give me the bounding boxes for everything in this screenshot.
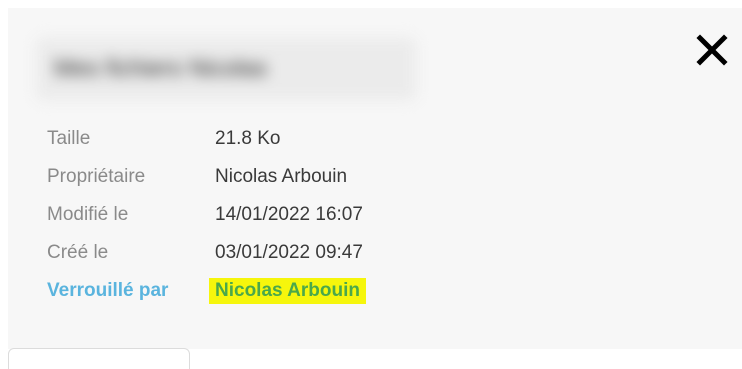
locked-by-value: Nicolas Arbouin bbox=[209, 278, 366, 304]
modified-value: 14/01/2022 16:07 bbox=[215, 204, 363, 225]
size-label: Taille bbox=[47, 128, 91, 149]
size-row: Taille 21.8 Ko bbox=[47, 120, 366, 158]
blurred-title-text: Mes fichiers Nicolas bbox=[54, 55, 268, 82]
close-icon bbox=[696, 34, 728, 66]
file-details-list: Taille 21.8 Ko Propriétaire Nicolas Arbo… bbox=[47, 120, 366, 310]
blurred-file-title: Mes fichiers Nicolas bbox=[36, 38, 416, 100]
modified-label: Modifié le bbox=[47, 204, 129, 225]
owner-value: Nicolas Arbouin bbox=[215, 166, 348, 187]
owner-label: Propriétaire bbox=[47, 166, 146, 187]
created-row: Créé le 03/01/2022 09:47 bbox=[47, 234, 366, 272]
file-details-panel: Mes fichiers Nicolas Taille 21.8 Ko Prop… bbox=[8, 8, 742, 369]
size-value: 21.8 Ko bbox=[215, 128, 281, 149]
locked-by-row: Verrouillé par Nicolas Arbouin bbox=[47, 272, 366, 310]
close-button[interactable] bbox=[692, 30, 732, 70]
created-label: Créé le bbox=[47, 242, 109, 263]
bottom-tab[interactable] bbox=[8, 348, 190, 369]
created-value: 03/01/2022 09:47 bbox=[215, 242, 363, 263]
owner-row: Propriétaire Nicolas Arbouin bbox=[47, 158, 366, 196]
locked-by-label: Verrouillé par bbox=[47, 280, 169, 301]
modified-row: Modifié le 14/01/2022 16:07 bbox=[47, 196, 366, 234]
